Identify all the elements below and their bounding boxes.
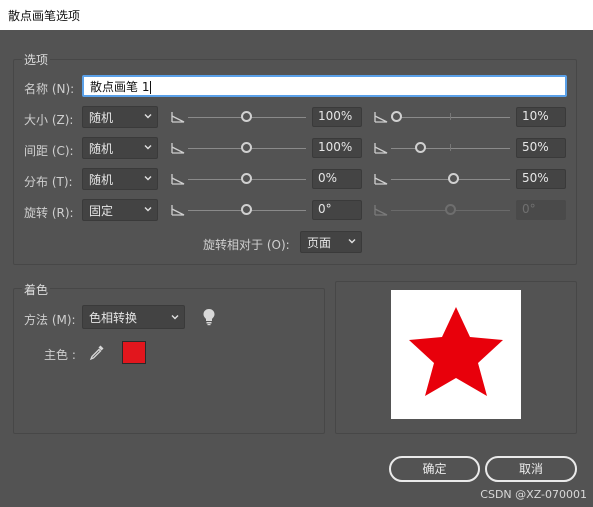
spacing-min-slider-thumb[interactable]	[241, 142, 252, 153]
scatter-mode-select[interactable]: 随机	[82, 168, 158, 190]
spacing-label: 间距 (C):	[24, 144, 74, 158]
rotation-min-field[interactable]: 0°	[312, 200, 362, 220]
scatter-min-field[interactable]: 0%	[312, 169, 362, 189]
chevron-down-icon	[144, 114, 152, 119]
slider-tick	[450, 144, 451, 151]
size-min-field[interactable]: 100%	[312, 107, 362, 127]
scatter-mode-value: 随机	[89, 173, 114, 187]
method-select[interactable]: 色相转换	[82, 305, 185, 329]
text-caret	[150, 81, 152, 94]
cancel-button[interactable]: 取消	[485, 456, 577, 482]
chevron-down-icon	[144, 145, 152, 150]
chevron-down-icon	[171, 315, 179, 320]
spacing-mode-select[interactable]: 随机	[82, 137, 158, 159]
method-value: 色相转换	[89, 311, 138, 325]
chevron-down-icon	[144, 207, 152, 212]
key-color-swatch[interactable]	[122, 341, 146, 364]
rotation-relative-value: 页面	[307, 236, 332, 250]
pressure-icon[interactable]	[374, 173, 388, 185]
rotation-relative-label: 旋转相对于 (O):	[203, 238, 290, 252]
pressure-icon[interactable]	[374, 142, 388, 154]
spacing-mode-value: 随机	[89, 142, 114, 156]
eyedropper-icon[interactable]	[88, 343, 106, 361]
pressure-icon	[374, 205, 388, 216]
pressure-icon[interactable]	[171, 111, 185, 123]
star-preview	[409, 307, 503, 396]
pressure-icon[interactable]	[374, 111, 388, 123]
scatter-label: 分布 (T):	[24, 175, 73, 189]
rotation-label: 旋转 (R):	[24, 206, 74, 220]
rotation-max-field: 0°	[516, 200, 566, 220]
size-label: 大小 (Z):	[24, 113, 74, 127]
method-label: 方法 (M):	[24, 313, 76, 327]
spacing-max-field[interactable]: 50%	[516, 138, 566, 158]
pressure-icon[interactable]	[171, 142, 185, 154]
pressure-icon[interactable]	[171, 173, 185, 185]
rotation-min-slider-thumb[interactable]	[241, 204, 252, 215]
slider-tick	[450, 113, 451, 120]
watermark: CSDN @XZ-070001	[480, 488, 587, 501]
window-title: 散点画笔选项	[0, 0, 593, 30]
size-mode-select[interactable]: 随机	[82, 106, 158, 128]
size-max-field[interactable]: 10%	[516, 107, 566, 127]
rotation-mode-select[interactable]: 固定	[82, 199, 158, 221]
size-min-slider-thumb[interactable]	[241, 111, 252, 122]
name-field[interactable]: 散点画笔 1	[82, 75, 567, 97]
rotation-max-slider-thumb	[445, 204, 456, 215]
bulb-icon[interactable]	[202, 308, 216, 326]
scatter-max-field[interactable]: 50%	[516, 169, 566, 189]
pressure-icon[interactable]	[171, 204, 185, 216]
name-label: 名称 (N):	[24, 82, 75, 96]
rotation-mode-value: 固定	[89, 204, 114, 218]
chevron-down-icon	[348, 239, 356, 244]
scatter-min-slider-thumb[interactable]	[241, 173, 252, 184]
size-mode-value: 随机	[89, 111, 114, 125]
name-field-value: 散点画笔 1	[90, 80, 150, 94]
options-legend: 选项	[22, 51, 51, 68]
colorization-legend: 着色	[22, 281, 51, 298]
key-color-label: 主色 :	[44, 348, 76, 362]
rotation-relative-select[interactable]: 页面	[300, 231, 362, 253]
spacing-min-field[interactable]: 100%	[312, 138, 362, 158]
scatter-max-slider-thumb[interactable]	[448, 173, 459, 184]
size-max-slider-thumb[interactable]	[391, 111, 402, 122]
chevron-down-icon	[144, 176, 152, 181]
preview-canvas	[391, 290, 521, 419]
spacing-max-slider-thumb[interactable]	[415, 142, 426, 153]
ok-button[interactable]: 确定	[389, 456, 480, 482]
